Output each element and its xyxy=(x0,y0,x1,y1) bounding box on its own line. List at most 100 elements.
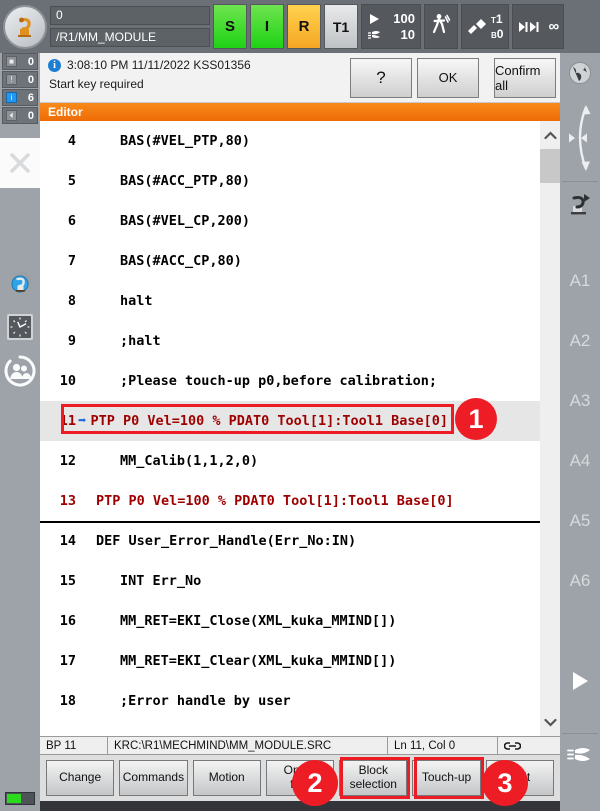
code-line[interactable]: 16 MM_RET=EKI_Close(XML_kuka_MMIND[]) xyxy=(40,601,540,641)
tool-icon xyxy=(467,18,487,36)
line-number: 15 xyxy=(59,573,76,589)
axis-a6-label[interactable]: A6 xyxy=(560,561,600,601)
code-line[interactable]: 18 ;Error handle by user xyxy=(40,681,540,721)
touch-up-button[interactable]: Touch-up xyxy=(412,760,481,796)
hand-jog-icon[interactable] xyxy=(560,735,600,775)
confirm-all-button[interactable]: Confirm all xyxy=(494,57,556,98)
file-path-label: KRC:\R1\MECHMIND\MM_MODULE.SRC xyxy=(108,737,388,754)
line-text: BAS(#ACC_PTP,80) xyxy=(120,173,251,189)
status-s-button[interactable]: S xyxy=(213,4,247,49)
world-coordinates-icon[interactable] xyxy=(560,53,600,93)
message-counter-ack[interactable]: ■ 0 xyxy=(2,53,38,70)
help-button[interactable]: ? xyxy=(350,57,412,98)
block-selection-button[interactable]: Block selection xyxy=(339,760,408,796)
line-text: PTP P0 Vel=100 % PDAT0 Tool[1]:Tool1 Bas… xyxy=(96,493,454,509)
submit-id-field[interactable]: 0 xyxy=(50,6,210,25)
line-text: ;Error handle by user xyxy=(120,693,291,709)
info-count: 6 xyxy=(27,91,34,104)
override-group[interactable]: 100 10 xyxy=(361,4,421,49)
line-text: BAS(#ACC_CP,80) xyxy=(120,253,242,269)
code-line[interactable]: 4 BAS(#VEL_PTP,80) xyxy=(40,121,540,161)
message-counter-info[interactable]: i 6 xyxy=(2,89,38,106)
increment-jog-icon xyxy=(518,20,540,34)
robot-axis-icon[interactable] xyxy=(560,185,600,225)
chevron-up-icon[interactable] xyxy=(540,121,560,149)
chevron-down-icon[interactable] xyxy=(540,708,560,736)
line-text: DEF User_Error_Handle(Err_No:IN) xyxy=(96,533,357,549)
jog-mode-group[interactable] xyxy=(424,4,458,49)
axis-a3-label[interactable]: A3 xyxy=(560,381,600,421)
line-number: 13 xyxy=(59,493,76,509)
line-number: 9 xyxy=(67,333,76,349)
jog-override-icon xyxy=(367,29,382,41)
code-line[interactable]: 9 ;halt xyxy=(40,321,540,361)
line-number: 6 xyxy=(67,213,76,229)
tool-base-group[interactable]: T1 B0 xyxy=(461,4,510,49)
status-i-button[interactable]: I xyxy=(250,4,284,49)
line-text: BAS(#VEL_CP,200) xyxy=(120,213,251,229)
identity-fields: 0 /R1/MM_MODULE xyxy=(50,6,210,47)
line-number: 4 xyxy=(67,133,76,149)
line-number: 10 xyxy=(59,373,76,389)
line-number: 12 xyxy=(59,453,76,469)
jog-override-value: 10 xyxy=(400,27,415,42)
user-group-icon[interactable] xyxy=(4,355,36,387)
line-text: MM_Calib(1,1,2,0) xyxy=(120,453,259,469)
code-line[interactable]: 15 INT Err_No xyxy=(40,561,540,601)
increment-group[interactable]: ∞ xyxy=(512,4,565,49)
pedestrian-icon xyxy=(431,13,451,40)
tool-indicator: T1 xyxy=(491,12,503,26)
increment-value: ∞ xyxy=(548,18,559,35)
line-text: MM_RET=EKI_Close(XML_kuka_MMIND[]) xyxy=(120,613,397,629)
ack-count: 0 xyxy=(27,55,34,68)
annotation-marker-2: 2 xyxy=(292,760,338,806)
clock-icon[interactable] xyxy=(4,311,36,343)
code-line[interactable]: 7 BAS(#ACC_CP,80) xyxy=(40,241,540,281)
message-text-area[interactable]: i 3:08:10 PM 11/11/2022 KSS01356 Start k… xyxy=(40,53,350,102)
code-line[interactable]: 8 halt xyxy=(40,281,540,321)
change-button[interactable]: Change xyxy=(46,760,115,796)
axis-a1-label[interactable]: A1 xyxy=(560,261,600,301)
axis-a4-label[interactable]: A4 xyxy=(560,441,600,481)
code-line[interactable]: 17 MM_RET=EKI_Clear(XML_kuka_MMIND[]) xyxy=(40,641,540,681)
message-counter-warning[interactable]: ! 0 xyxy=(2,71,38,88)
ok-button[interactable]: OK xyxy=(417,57,479,98)
line-number: 11 xyxy=(59,413,76,429)
play-icon[interactable] xyxy=(560,661,600,701)
editor-scrollbar[interactable] xyxy=(540,121,560,736)
warning-message-icon: ! xyxy=(6,74,17,85)
status-r-button[interactable]: R xyxy=(287,4,321,49)
operating-mode-button[interactable]: T1 xyxy=(324,4,358,49)
message-counter-wait[interactable]: ⏴ 0 xyxy=(2,107,38,124)
axis-a2-label[interactable]: A2 xyxy=(560,321,600,361)
code-line[interactable]: 14 DEF User_Error_Handle(Err_No:IN) xyxy=(40,521,540,561)
right-sidebar: A1 A2 A3 A4 A5 A6 xyxy=(560,53,600,811)
commands-button[interactable]: Commands xyxy=(119,760,188,796)
program-pointer-icon: ➡ xyxy=(78,413,87,429)
message-timestamp: 3:08:10 PM 11/11/2022 KSS01356 xyxy=(67,58,251,72)
line-number: 8 xyxy=(67,293,76,309)
close-icon[interactable] xyxy=(0,138,40,188)
robot-arm-icon[interactable] xyxy=(3,4,47,49)
axis-a5-label[interactable]: A5 xyxy=(560,501,600,541)
settings-gear-robot-icon[interactable] xyxy=(4,268,36,300)
base-indicator: B0 xyxy=(491,27,504,41)
message-body: Start key required xyxy=(49,77,144,91)
code-line[interactable]: 6 BAS(#VEL_CP,200) xyxy=(40,201,540,241)
motion-button[interactable]: Motion xyxy=(192,760,261,796)
editor-title: Editor xyxy=(40,103,560,121)
code-line[interactable]: 5 BAS(#ACC_PTP,80) xyxy=(40,161,540,201)
message-buttons: ? OK Confirm all xyxy=(350,53,560,102)
program-override-value: 100 xyxy=(393,11,415,26)
code-line[interactable]: 13 PTP P0 Vel=100 % PDAT0 Tool[1]:Tool1 … xyxy=(40,481,540,521)
module-path-field[interactable]: /R1/MM_MODULE xyxy=(50,28,210,47)
bottom-strip xyxy=(40,801,560,811)
line-number: 16 xyxy=(59,613,76,629)
teach-pendant-screen: 0 /R1/MM_MODULE S I R T1 100 10 T1 B0 ∞ … xyxy=(0,0,600,811)
program-override-icon xyxy=(367,13,382,25)
scrollbar-thumb[interactable] xyxy=(540,149,560,183)
jog-direction-icon[interactable] xyxy=(560,98,600,178)
top-status-bar: 0 /R1/MM_MODULE S I R T1 100 10 T1 B0 ∞ xyxy=(0,0,600,53)
code-line[interactable]: 12 MM_Calib(1,1,2,0) xyxy=(40,441,540,481)
code-line[interactable]: 10 ;Please touch-up p0,before calibratio… xyxy=(40,361,540,401)
